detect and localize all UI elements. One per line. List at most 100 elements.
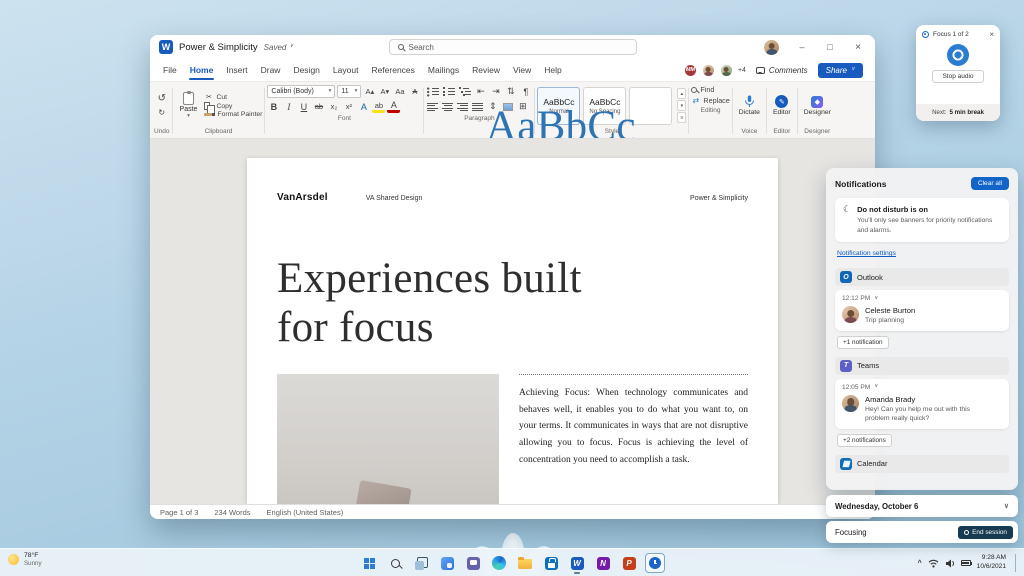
cut-button[interactable]: ✂ Cut	[204, 93, 262, 102]
account-avatar[interactable]	[764, 39, 779, 55]
collaborator-avatar[interactable]: MM	[683, 63, 697, 77]
font-name-select[interactable]: Calibri (Body) ▾	[267, 85, 336, 98]
powerpoint-taskbar-button[interactable]: P	[617, 551, 641, 575]
designer-button[interactable]: ◆ Designer	[800, 95, 835, 116]
align-left-button[interactable]	[426, 100, 439, 113]
chevron-down-icon[interactable]: ∨	[874, 384, 878, 390]
replace-button[interactable]: ⇄ Replace	[691, 96, 730, 105]
status-word-count[interactable]: 234 Words	[214, 508, 250, 517]
sort-button[interactable]: ⇅	[504, 85, 517, 98]
notification-card[interactable]: 12:12 PM ∨ Celeste Burton Trip planning	[835, 290, 1009, 331]
calendar-flyout-header[interactable]: Wednesday, October 6 ∨	[826, 495, 1018, 517]
undo-icon[interactable]: ↺	[155, 92, 168, 105]
more-notifications-badge[interactable]: +1 notification	[837, 335, 889, 349]
document-page[interactable]: VanArsdel VA Shared Design Power & Simpl…	[247, 158, 778, 504]
paste-button[interactable]: Paste ▾	[175, 90, 203, 121]
close-button[interactable]: ×	[845, 37, 871, 57]
superscript-button[interactable]: x²	[342, 100, 355, 113]
numbered-list-button[interactable]	[442, 85, 456, 98]
dictate-button[interactable]: Dictate	[735, 95, 764, 116]
change-case-button[interactable]: Aa	[393, 85, 406, 98]
highlight-color-button[interactable]: ab	[372, 100, 386, 113]
subscript-button[interactable]: x₂	[327, 100, 340, 113]
volume-icon[interactable]	[945, 559, 955, 568]
tab-design[interactable]: Design	[292, 61, 320, 79]
tab-layout[interactable]: Layout	[332, 61, 360, 79]
onenote-taskbar-button[interactable]: N	[591, 551, 615, 575]
show-desktop-button[interactable]	[1015, 554, 1018, 572]
grow-font-button[interactable]: A▴	[363, 85, 376, 98]
notification-card[interactable]: 12:05 PM ∨ Amanda Brady Hey! Can you hel…	[835, 378, 1009, 429]
notification-group-teams[interactable]: T Teams	[835, 356, 1009, 375]
strikethrough-button[interactable]: ab	[312, 100, 325, 113]
search-box[interactable]: Search	[388, 39, 637, 55]
show-marks-button[interactable]: ¶	[519, 85, 532, 98]
increase-indent-button[interactable]: ⇥	[489, 85, 502, 98]
save-status-dropdown[interactable]: Saved ∨	[264, 43, 294, 52]
clock-tray-button[interactable]: 9:28 AM 10/6/2021	[977, 554, 1006, 572]
wifi-icon[interactable]	[928, 559, 939, 568]
shrink-font-button[interactable]: A▾	[378, 85, 391, 98]
status-page-count[interactable]: Page 1 of 3	[160, 508, 198, 517]
redo-icon[interactable]: ↻	[155, 106, 168, 119]
clock-focus-button[interactable]	[643, 551, 667, 575]
style-gallery-more[interactable]: ≡	[677, 112, 687, 123]
bold-button[interactable]: B	[267, 100, 280, 113]
font-color-button[interactable]: A	[387, 100, 401, 113]
tab-review[interactable]: Review	[471, 61, 501, 79]
start-button[interactable]	[357, 551, 381, 575]
chevron-down-icon[interactable]: ∨	[874, 295, 878, 302]
status-language[interactable]: English (United States)	[267, 508, 344, 517]
copy-button[interactable]: Copy	[204, 102, 262, 115]
more-notifications-badge[interactable]: +2 notifications	[837, 433, 892, 447]
justify-button[interactable]	[471, 100, 484, 113]
align-right-button[interactable]	[456, 100, 469, 113]
clear-all-button[interactable]: Clear all	[970, 177, 1009, 190]
notification-settings-link[interactable]: Notification settings	[837, 250, 896, 257]
end-session-button[interactable]: End session	[958, 525, 1013, 539]
close-icon[interactable]: ×	[989, 30, 994, 39]
tab-references[interactable]: References	[370, 61, 415, 79]
maximize-button[interactable]: □	[817, 37, 843, 57]
find-button[interactable]: Find	[691, 85, 729, 94]
word-taskbar-button[interactable]: W	[565, 551, 589, 575]
decrease-indent-button[interactable]: ⇤	[474, 85, 487, 98]
notification-group-outlook[interactable]: O Outlook	[835, 268, 1009, 287]
style-gallery-down[interactable]: ▾	[677, 100, 687, 111]
weather-widget-button[interactable]: 78°F Sunny	[8, 552, 42, 567]
style-heading-1[interactable]: AaBbCc Heading 1	[486, 86, 673, 138]
hidden-icons-chevron[interactable]: ^	[918, 560, 922, 567]
tab-file[interactable]: File	[162, 61, 178, 79]
bullet-list-button[interactable]	[426, 85, 440, 98]
collaborators-overflow[interactable]: +4	[738, 67, 746, 74]
taskbar-search-button[interactable]	[383, 551, 407, 575]
stop-audio-button[interactable]: Stop audio	[932, 70, 984, 83]
minimize-button[interactable]: –	[789, 37, 815, 57]
share-button[interactable]: Share ∨	[817, 62, 863, 78]
task-view-button[interactable]	[409, 551, 433, 575]
comments-button[interactable]: Comments	[751, 64, 813, 77]
chat-button[interactable]	[461, 551, 485, 575]
style-gallery-up[interactable]: ▴	[677, 88, 687, 99]
notification-group-calendar[interactable]: ▦ Calendar	[835, 454, 1009, 473]
widgets-button[interactable]	[435, 551, 459, 575]
editor-button[interactable]: ✎ Editor	[769, 95, 795, 116]
collaborator-avatar[interactable]	[719, 63, 733, 77]
battery-icon[interactable]	[960, 560, 973, 566]
edge-button[interactable]	[487, 551, 511, 575]
document-canvas[interactable]: VanArsdel VA Shared Design Power & Simpl…	[150, 139, 875, 504]
align-center-button[interactable]	[441, 100, 454, 113]
tab-mailings[interactable]: Mailings	[427, 61, 460, 79]
text-effects-button[interactable]: A	[357, 100, 370, 113]
tab-help[interactable]: Help	[543, 61, 562, 79]
tab-home[interactable]: Home	[188, 61, 215, 80]
clear-formatting-button[interactable]: A	[408, 85, 421, 98]
multilevel-list-button[interactable]	[458, 85, 472, 98]
tab-view[interactable]: View	[512, 61, 532, 79]
file-explorer-button[interactable]	[513, 551, 537, 575]
italic-button[interactable]: I	[282, 100, 295, 113]
store-button[interactable]	[539, 551, 563, 575]
tab-insert[interactable]: Insert	[225, 61, 248, 79]
collaborator-avatar[interactable]	[701, 63, 715, 77]
font-size-select[interactable]: 11 ▾	[337, 85, 362, 98]
